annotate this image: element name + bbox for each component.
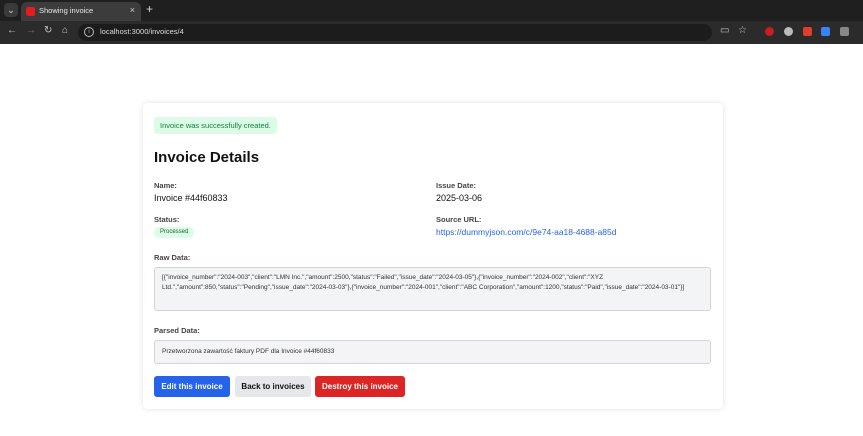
close-tab-icon[interactable]: × <box>130 5 135 15</box>
browser-toolbar: ← → ↻ ⌂ i localhost:3000/invoices/4 ▭ ☆ <box>0 21 863 44</box>
back-icon[interactable]: ← <box>7 25 17 36</box>
back-to-invoices-button[interactable]: Back to invoices <box>235 376 311 397</box>
bookmark-star-icon[interactable]: ☆ <box>738 25 747 36</box>
tab-search-button[interactable]: ⌄ <box>4 3 18 17</box>
edit-invoice-button[interactable]: Edit this invoice <box>154 376 230 397</box>
new-tab-icon[interactable]: + <box>146 2 153 16</box>
browser-tab-bar: ⌄ Showing invoice × + <box>0 0 863 21</box>
flash-notice: Invoice was successfully created. <box>154 117 277 134</box>
cast-icon[interactable]: ▭ <box>720 25 729 36</box>
site-info-icon[interactable]: i <box>84 27 94 37</box>
issue-date-value: 2025-03-06 <box>436 193 483 203</box>
issue-date-label: Issue Date: <box>436 181 477 190</box>
source-url-label: Source URL: <box>436 215 482 224</box>
extension-icon[interactable] <box>784 27 793 36</box>
raw-data-box: [{"invoice_number":"2024-003","client":"… <box>154 267 711 311</box>
home-icon[interactable]: ⌂ <box>62 25 68 36</box>
favicon-icon <box>26 7 35 16</box>
raw-data-label: Raw Data: <box>154 253 191 262</box>
forward-icon[interactable]: → <box>26 25 36 36</box>
address-bar[interactable]: i localhost:3000/invoices/4 <box>78 24 712 41</box>
status-label: Status: <box>154 215 180 224</box>
extension-icon[interactable] <box>840 27 849 36</box>
extension-icon[interactable] <box>803 27 812 36</box>
browser-tab[interactable]: Showing invoice × <box>21 2 141 21</box>
destroy-invoice-button[interactable]: Destroy this invoice <box>315 376 405 397</box>
page-title: Invoice Details <box>154 149 260 166</box>
url-text[interactable]: localhost:3000/invoices/4 <box>100 27 184 36</box>
invoice-card: Invoice was successfully created. Invoic… <box>143 103 723 409</box>
parsed-data-box: Przetworzona zawartość faktury PDF dla I… <box>154 340 711 364</box>
name-value: Invoice #44f60833 <box>154 193 228 203</box>
status-badge: Processed <box>154 227 195 238</box>
parsed-data-label: Parsed Data: <box>154 326 200 335</box>
tab-title: Showing invoice <box>39 6 94 15</box>
name-label: Name: <box>154 181 177 190</box>
extension-icon[interactable] <box>765 27 774 36</box>
reload-icon[interactable]: ↻ <box>44 25 52 36</box>
source-url-link[interactable]: https://dummyjson.com/c/9e74-aa18-4688-a… <box>436 227 617 237</box>
extension-icon[interactable] <box>821 27 830 36</box>
